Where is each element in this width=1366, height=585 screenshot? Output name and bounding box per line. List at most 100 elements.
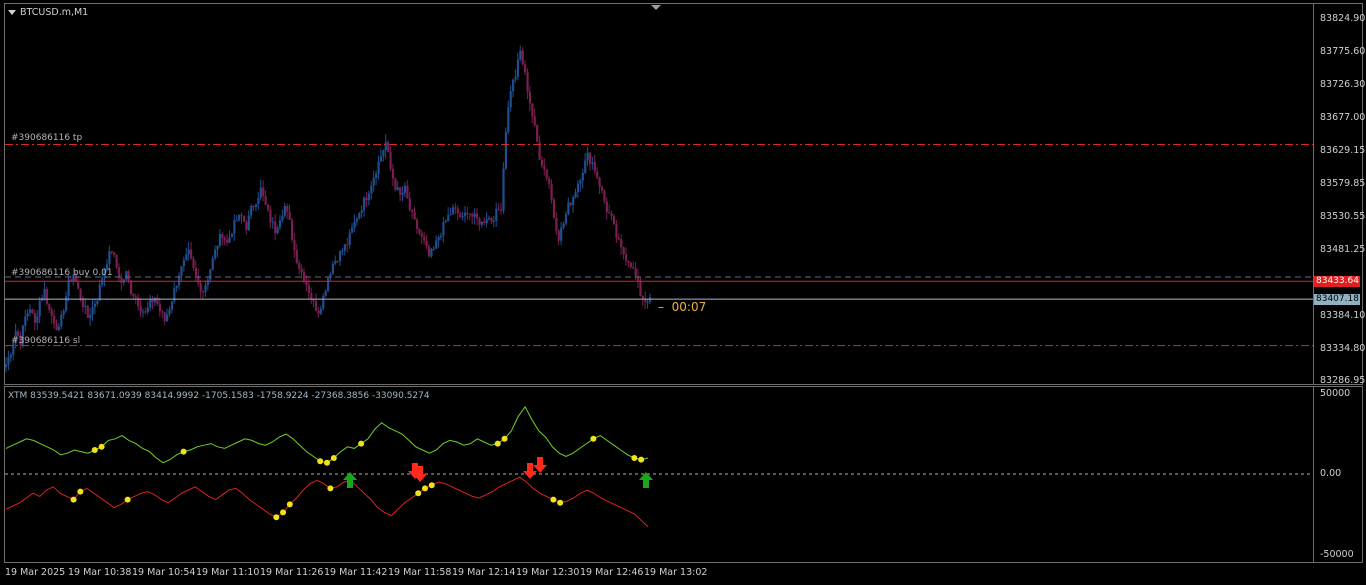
candle-body	[348, 232, 351, 245]
candle-body	[252, 205, 255, 207]
signal-dot	[273, 514, 280, 521]
candle-body	[646, 302, 649, 304]
chart-title[interactable]: BTCUSD.m,M1	[8, 7, 88, 18]
candle-body	[600, 187, 604, 191]
time-tick: 19 Mar 12:30	[516, 567, 580, 578]
candle-body	[233, 220, 236, 234]
candle-body	[45, 288, 49, 304]
candle-body	[180, 266, 183, 276]
chart-shift-marker-icon[interactable]	[651, 5, 661, 10]
candle-body	[223, 237, 226, 240]
candle-body	[290, 219, 294, 240]
chart-canvas[interactable]	[0, 0, 1314, 585]
candle-body	[343, 244, 347, 251]
candle-body	[576, 183, 580, 193]
candle-body	[230, 233, 234, 238]
candle-body	[120, 277, 123, 283]
candle-body	[586, 152, 589, 161]
candle-body	[98, 284, 101, 301]
candle-body	[339, 251, 342, 262]
signal-dot	[98, 443, 105, 450]
price-axis-frame	[1313, 3, 1363, 385]
candle-body	[57, 326, 61, 331]
candle-body	[526, 72, 529, 92]
sl-line-label[interactable]: #390686116 sl	[11, 336, 80, 346]
candle-body	[81, 299, 85, 308]
signal-dot	[91, 447, 98, 453]
candle-body	[435, 240, 438, 249]
signal-dot	[428, 482, 435, 489]
candle-body	[271, 221, 274, 223]
candle-body	[86, 306, 89, 318]
time-tick: 19 Mar 12:46	[580, 567, 644, 578]
signal-dot	[286, 501, 293, 508]
candle-body	[336, 260, 339, 262]
candle-body	[615, 224, 618, 238]
candle-body	[396, 187, 399, 190]
candle-body	[331, 263, 335, 274]
candle-body	[483, 221, 486, 223]
chart-menu-icon[interactable]	[8, 10, 16, 15]
candle-body	[334, 260, 337, 264]
signal-dot	[77, 488, 84, 495]
candle-body	[192, 258, 195, 268]
time-tick: 19 Mar 11:26	[260, 567, 324, 578]
signal-dot	[330, 455, 337, 461]
candle-body	[394, 178, 397, 190]
candle-body	[495, 208, 498, 221]
signal-dot	[631, 455, 638, 461]
candle-body	[502, 168, 505, 211]
price-tick: 83824.90	[1320, 13, 1366, 24]
candle-body	[91, 306, 94, 315]
ask-price-tag: 83433.64	[1314, 276, 1360, 287]
candle-body	[31, 309, 34, 314]
signal-dot	[358, 440, 365, 447]
candle-body	[432, 248, 435, 250]
candle-body	[134, 296, 137, 298]
candle-body	[38, 300, 41, 317]
candle-body	[384, 142, 387, 151]
candle-body	[612, 216, 616, 225]
candle-body	[555, 218, 558, 231]
candle-body	[516, 59, 520, 77]
candle-body	[567, 202, 570, 215]
time-tick: 19 Mar 11:10	[196, 567, 260, 578]
price-tick: 83629.15	[1320, 145, 1366, 156]
candle-body	[514, 76, 517, 80]
candle-body	[444, 220, 447, 223]
candle-body	[442, 222, 445, 236]
candle-body	[634, 268, 637, 277]
signal-dot	[317, 458, 324, 465]
candle-body	[132, 293, 135, 297]
candles-group	[5, 45, 652, 373]
buy-line-label[interactable]: #390686116 buy 0.01	[11, 268, 113, 278]
candle-body	[129, 280, 133, 294]
candle-body	[235, 220, 238, 222]
candle-body	[456, 208, 459, 214]
candle-timer: – 00:07	[658, 300, 706, 314]
candle-body	[158, 303, 161, 312]
price-tick: 83384.10	[1320, 310, 1366, 321]
signal-dot	[327, 485, 334, 492]
candle-body	[403, 185, 407, 193]
price-tick: 83481.25	[1320, 244, 1366, 255]
tp-line-label[interactable]: #390686116 tp	[11, 133, 82, 143]
signal-dot	[421, 485, 428, 492]
candle-body	[89, 314, 92, 318]
candle-body	[391, 169, 395, 179]
candle-body	[415, 219, 419, 230]
signal-dot	[124, 496, 131, 503]
candle-body	[627, 260, 630, 263]
signal-dot	[494, 440, 501, 447]
candle-body	[367, 193, 371, 201]
candle-body	[478, 218, 481, 225]
candle-body	[360, 210, 363, 213]
candle-body	[302, 272, 306, 282]
candle-body	[146, 307, 149, 313]
candle-body	[283, 206, 286, 216]
candle-body	[524, 64, 527, 73]
price-tick: 83726.30	[1320, 79, 1366, 90]
bid-price-tag: 83407.18	[1314, 294, 1360, 305]
sell-arrow-icon	[533, 457, 547, 473]
candle-body	[300, 268, 303, 273]
